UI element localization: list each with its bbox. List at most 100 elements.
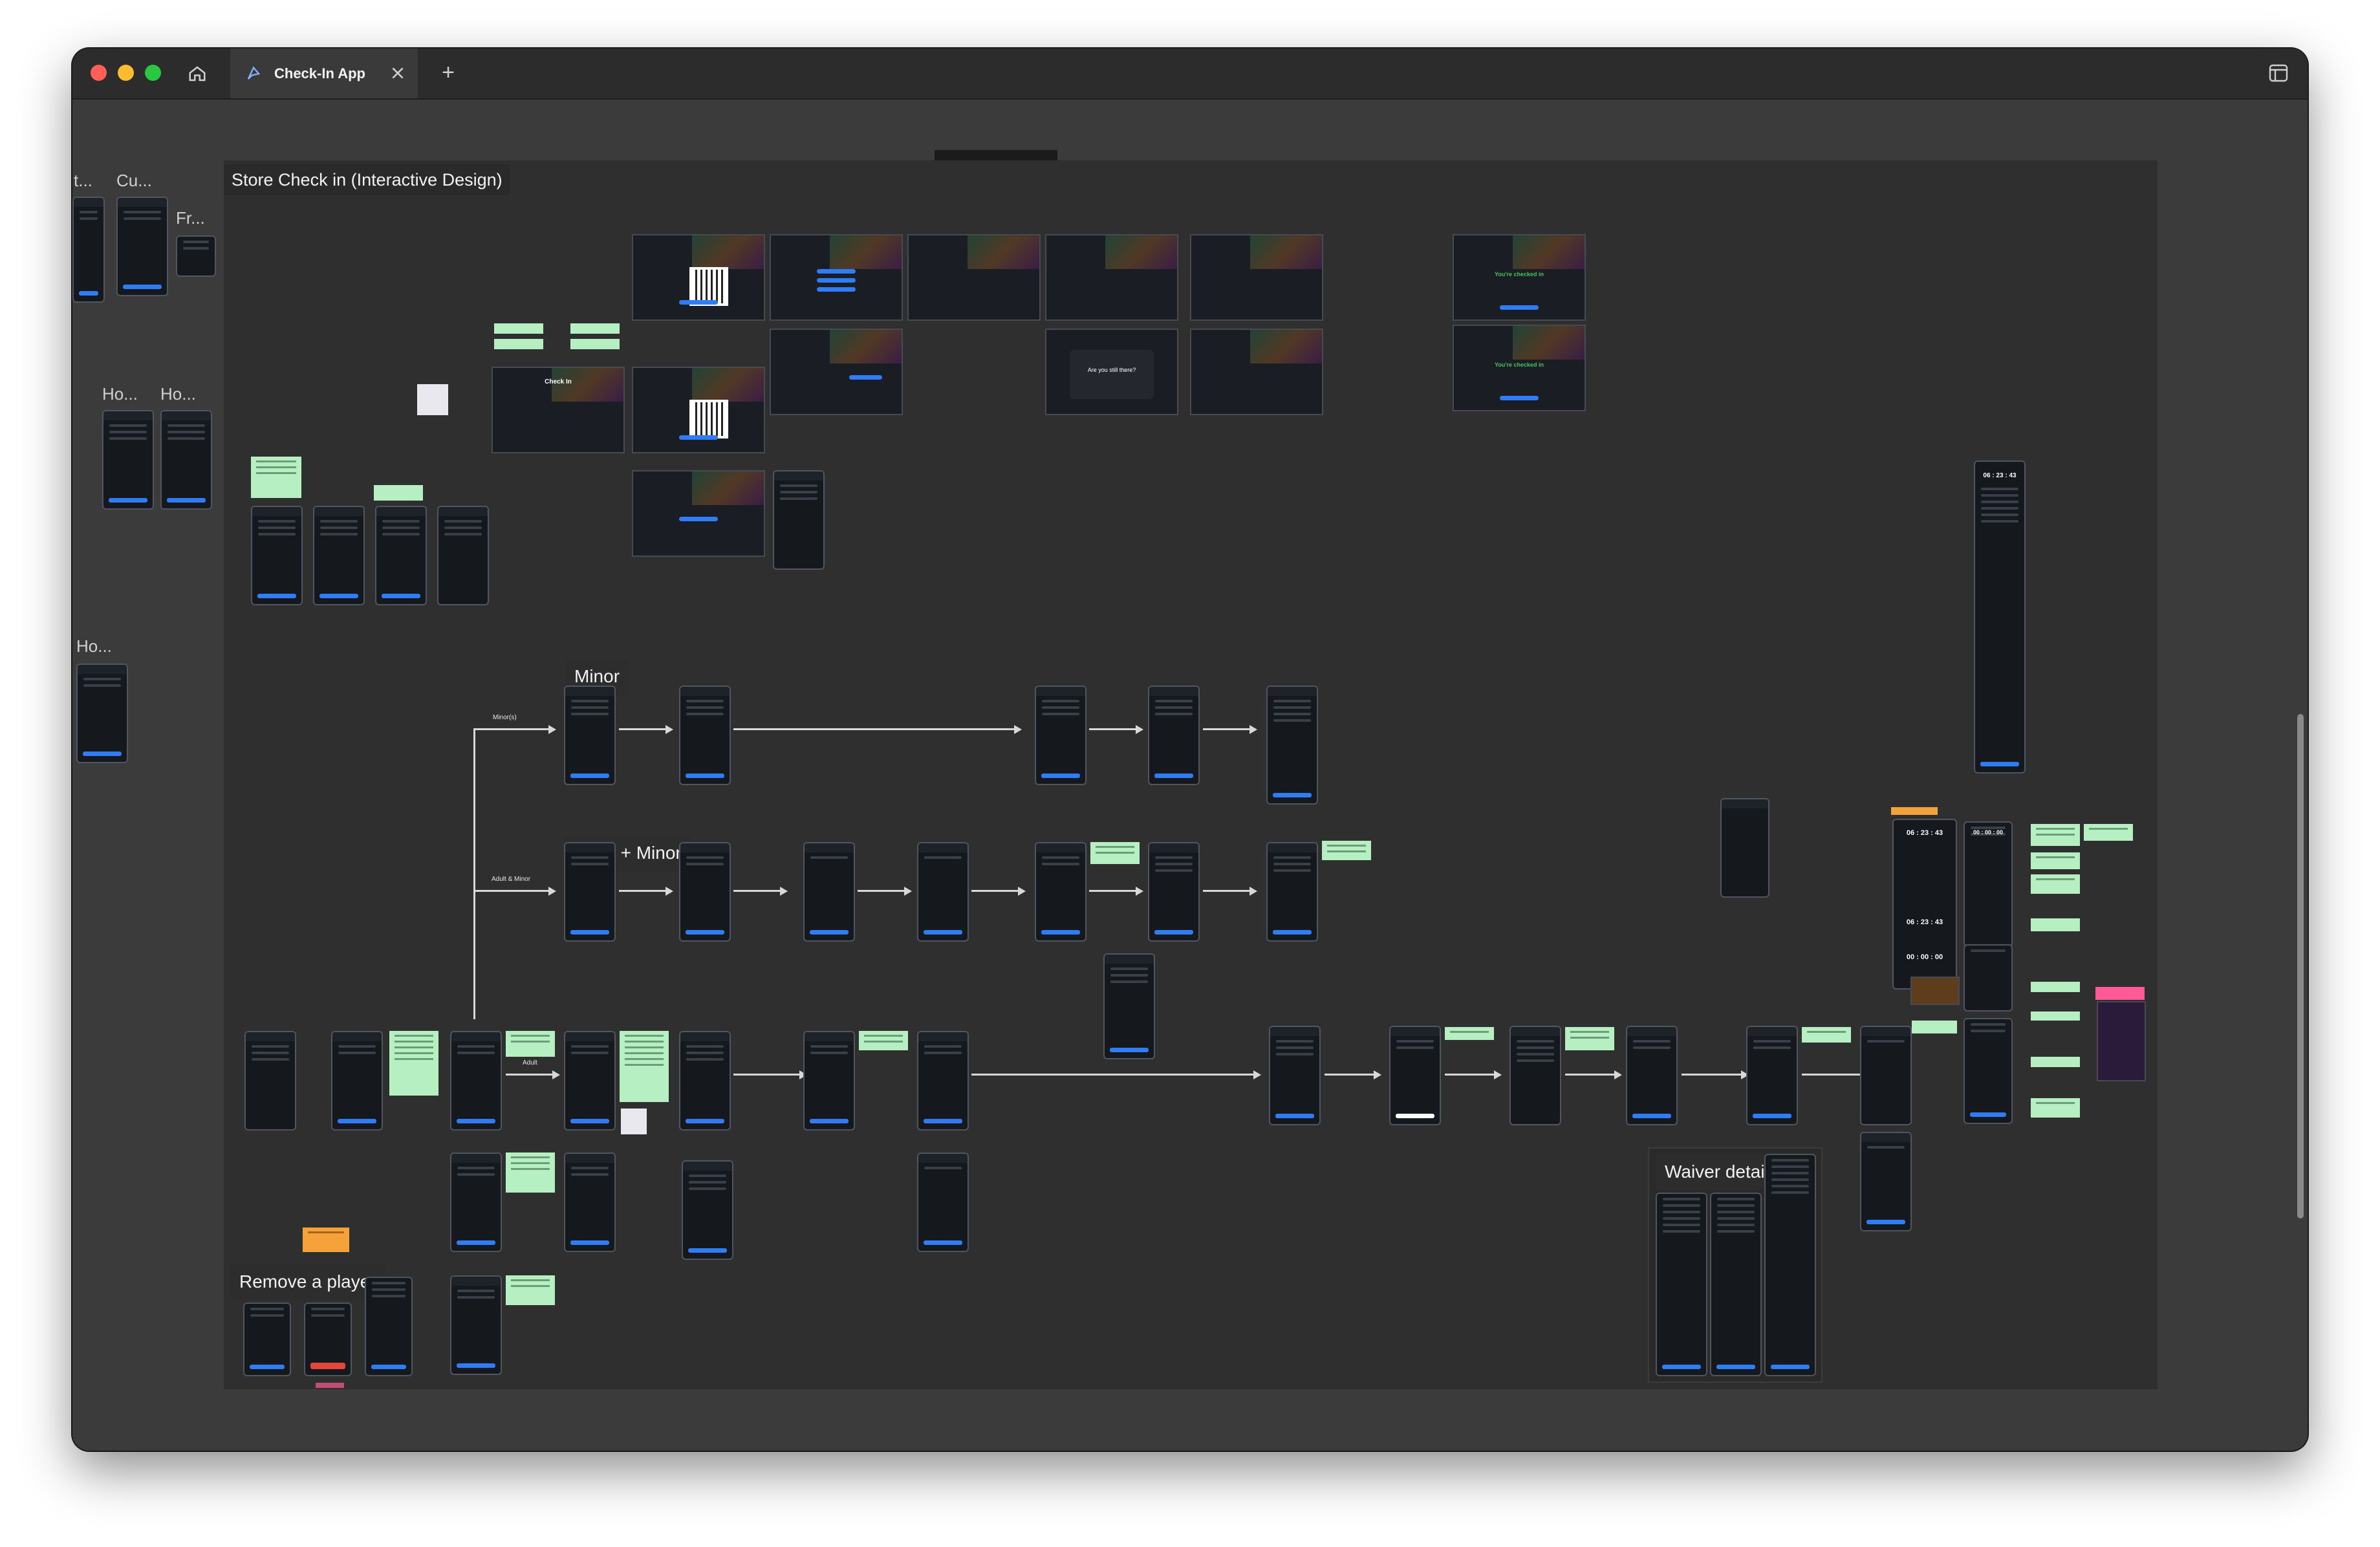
phone-frame[interactable] [76, 664, 128, 763]
sticky-note[interactable] [303, 1228, 349, 1252]
phone-frame[interactable] [304, 1303, 352, 1376]
close-window-button[interactable] [91, 65, 107, 81]
phone-frame[interactable] [365, 1277, 413, 1376]
sticky-note[interactable] [2031, 824, 2080, 846]
sticky-note[interactable] [494, 323, 543, 334]
phone-frame[interactable] [102, 410, 154, 510]
phone-frame[interactable] [1626, 1026, 1678, 1125]
image-thumbnail[interactable] [1910, 977, 1960, 1005]
phone-frame[interactable] [1148, 842, 1200, 942]
sticky-note[interactable] [859, 1031, 908, 1050]
phone-frame[interactable] [450, 1275, 502, 1375]
phone-frame[interactable] [1035, 686, 1087, 785]
vertical-scrollbar[interactable] [2297, 714, 2304, 1218]
sidebar-toggle-icon[interactable] [2269, 64, 2288, 82]
sticky-note[interactable] [1891, 807, 1938, 815]
phone-frame[interactable]: 06 : 23 : 43 06 : 23 : 43 00 : 00 : 00 [1892, 819, 1957, 990]
tablet-screen[interactable] [632, 234, 765, 321]
tablet-screen[interactable] [1190, 329, 1323, 415]
phone-frame[interactable] [682, 1160, 733, 1260]
tablet-screen[interactable] [770, 234, 903, 321]
phone-frame[interactable] [1389, 1026, 1441, 1125]
phone-frame[interactable] [160, 410, 212, 510]
phone-frame[interactable] [1266, 686, 1318, 805]
phone-frame[interactable] [917, 842, 969, 942]
tablet-screen[interactable] [1190, 234, 1323, 321]
sticky-note[interactable] [1090, 842, 1140, 864]
phone-frame[interactable] [244, 1031, 296, 1130]
new-tab-button[interactable]: + [437, 61, 460, 85]
phone-frame[interactable] [803, 1031, 855, 1130]
tablet-screen[interactable] [632, 367, 765, 453]
sticky-note[interactable] [621, 1109, 647, 1134]
phone-frame[interactable] [773, 470, 825, 570]
phone-frame[interactable] [1860, 1026, 1912, 1125]
sticky-note[interactable] [620, 1031, 669, 1102]
phone-frame[interactable] [176, 235, 216, 277]
phone-frame[interactable] [679, 686, 731, 785]
sticky-note[interactable] [494, 339, 543, 349]
checked-in-screen[interactable]: You're checked in [1453, 234, 1586, 321]
sticky-note[interactable] [2031, 1057, 2080, 1067]
sticky-note[interactable] [1445, 1027, 1494, 1040]
phone-frame[interactable] [375, 506, 427, 605]
sticky-note[interactable] [316, 1383, 344, 1388]
phone-frame[interactable] [1509, 1026, 1561, 1125]
checked-in-screen[interactable]: You're checked in [1453, 325, 1586, 411]
tablet-screen[interactable] [770, 329, 903, 415]
sticky-note[interactable] [570, 323, 620, 334]
sticky-note[interactable] [2095, 987, 2145, 1000]
tablet-screen[interactable] [1045, 234, 1178, 321]
tablet-screen[interactable] [632, 470, 765, 557]
sticky-note[interactable] [506, 1275, 555, 1305]
sticky-note[interactable] [570, 339, 620, 349]
phone-frame[interactable] [1710, 1193, 1762, 1376]
phone-frame[interactable] [450, 1152, 502, 1252]
phone-frame[interactable] [803, 842, 855, 942]
phone-frame[interactable] [1656, 1193, 1707, 1376]
phone-frame[interactable] [116, 197, 168, 296]
sticky-note[interactable] [251, 457, 301, 498]
tablet-screen[interactable]: Are you still there? [1045, 329, 1178, 415]
phone-frame[interactable] [331, 1031, 383, 1130]
design-canvas[interactable]: t... Cu... Fr... Ho... Ho... Ho... Store… [72, 100, 2308, 1451]
phone-frame[interactable] [564, 1031, 616, 1130]
phone-frame[interactable] [564, 686, 616, 785]
phone-frame[interactable] [251, 506, 303, 605]
phone-frame[interactable] [917, 1031, 969, 1130]
sticky-note[interactable] [1322, 841, 1371, 860]
phone-frame[interactable] [1964, 1018, 2013, 1124]
sticky-note[interactable] [374, 485, 423, 501]
phone-frame[interactable] [72, 197, 105, 303]
sticky-note[interactable] [506, 1152, 555, 1193]
phone-frame[interactable] [313, 506, 365, 605]
sticky-note[interactable] [389, 1031, 438, 1096]
phone-frame[interactable] [1860, 1132, 1912, 1231]
phone-frame[interactable] [1964, 944, 2013, 1012]
close-tab-icon[interactable] [389, 65, 406, 81]
sticky-note[interactable] [2031, 918, 2080, 931]
minimize-window-button[interactable] [118, 65, 134, 81]
image-thumbnail[interactable] [2097, 1001, 2146, 1081]
phone-frame[interactable] [243, 1303, 291, 1376]
phone-frame[interactable] [1269, 1026, 1321, 1125]
phone-frame[interactable] [564, 1152, 616, 1252]
phone-frame[interactable] [450, 1031, 502, 1130]
phone-frame[interactable] [1035, 842, 1087, 942]
sticky-note[interactable] [1912, 1021, 1957, 1033]
phone-frame[interactable] [1103, 953, 1155, 1059]
phone-frame[interactable] [679, 1031, 731, 1130]
phone-frame[interactable]: 06 : 23 : 43 [1974, 460, 2026, 774]
sticky-note[interactable] [2031, 1012, 2080, 1021]
sticky-note[interactable] [2031, 1098, 2080, 1118]
sticky-note[interactable] [506, 1031, 555, 1057]
phone-frame[interactable] [1266, 842, 1318, 942]
phone-frame[interactable] [564, 842, 616, 942]
zoom-window-button[interactable] [145, 65, 161, 81]
sticky-note[interactable] [2031, 852, 2080, 869]
tablet-screen[interactable]: Check In [492, 367, 625, 453]
tab-check-in-app[interactable]: Check-In App [230, 49, 418, 98]
sticky-note[interactable] [2031, 982, 2080, 992]
phone-frame[interactable] [917, 1152, 969, 1252]
sticky-note[interactable] [417, 384, 448, 415]
